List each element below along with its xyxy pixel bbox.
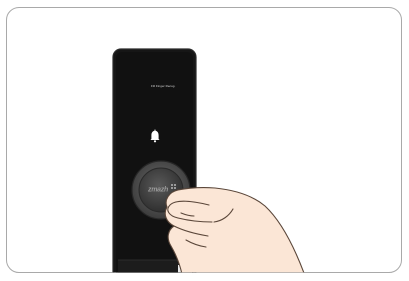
lock-status-text: Fill Finger Recog. <box>151 84 176 88</box>
button-logo: zmazh <box>147 187 168 194</box>
hand-illustration <box>164 187 311 273</box>
door-lock-illustration: zmazh <box>112 48 311 273</box>
illustration-stage: zmazh Fill Finger Recog. <box>0 0 409 281</box>
